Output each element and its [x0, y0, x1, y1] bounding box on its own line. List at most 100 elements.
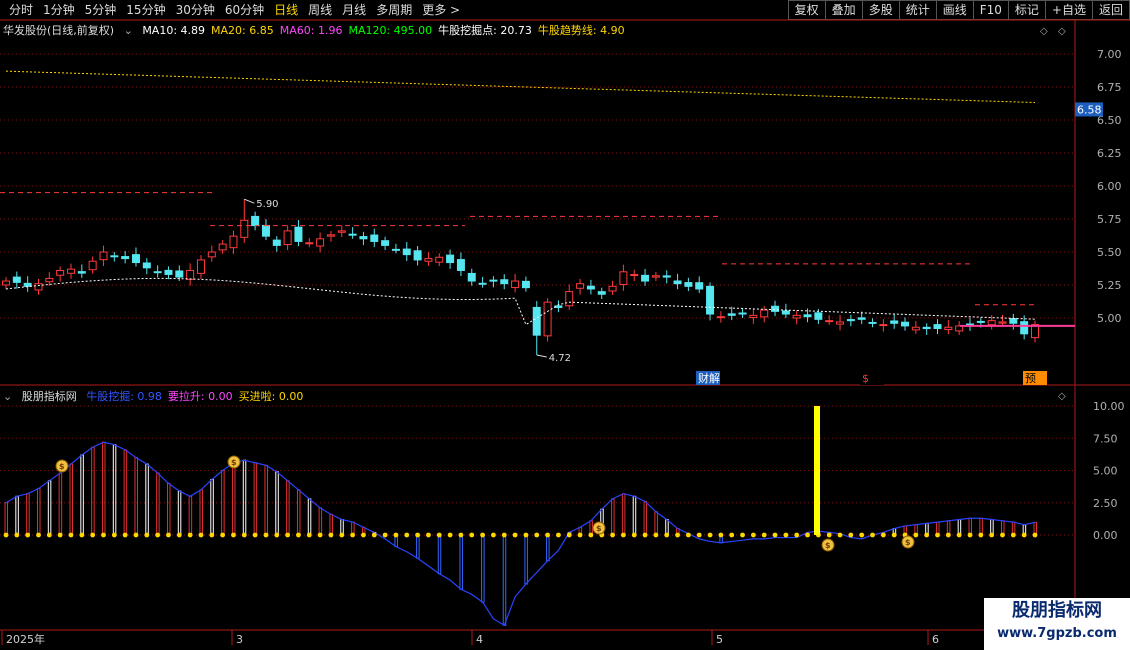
candle-body: [348, 233, 357, 236]
money-bag-icon-glyph: $: [905, 538, 911, 547]
signal-dot: [556, 532, 561, 538]
indicator-bar: [546, 534, 550, 562]
indicator-bar: [36, 488, 41, 536]
candle-body: [976, 320, 985, 323]
watermark-url: www.7gpzb.com: [997, 626, 1117, 641]
signal-dot: [610, 532, 615, 538]
signal-dot: [469, 532, 475, 538]
candle-body: [456, 259, 465, 271]
candle-body: [240, 219, 249, 238]
indicator-bar: [156, 472, 160, 536]
signal-dot: [1032, 532, 1038, 538]
signal-dot: [371, 532, 377, 538]
indicator-bar: [134, 457, 138, 536]
signal-dot: [935, 532, 940, 538]
candle-body: [825, 320, 834, 323]
indicator-bar: [69, 463, 73, 536]
candle-body: [66, 268, 75, 274]
candle-body: [153, 271, 162, 274]
indicator-bar: [632, 495, 637, 536]
signal-dot: [404, 532, 410, 538]
ma-legend-item: MA120: 495.00: [348, 24, 433, 37]
signal-dot: [621, 532, 626, 538]
indicator-bar: [481, 534, 485, 603]
candle-body: [695, 282, 704, 290]
signal-dot: [1010, 532, 1016, 538]
signal-dot: [166, 532, 171, 538]
indicator-bar: [4, 502, 8, 536]
candle-body: [716, 316, 725, 319]
signal-dot: [761, 532, 767, 538]
indicator-bar: [621, 493, 626, 536]
indicator-dropdown-icon[interactable]: ⌄: [3, 390, 12, 403]
candle-body: [879, 324, 888, 327]
signal-dot: [859, 532, 865, 538]
signal-dot: [718, 532, 724, 538]
signal-dot: [989, 532, 995, 538]
kline-chart[interactable]: 7.006.756.506.256.005.755.505.255.006.58…: [0, 0, 1130, 650]
candle-body: [922, 326, 931, 330]
candle-body: [966, 323, 975, 326]
candle-body: [814, 312, 823, 320]
candle-body: [45, 277, 54, 283]
indicator-legend-item: 牛股挖掘: 0.98: [86, 390, 162, 403]
signal-dot: [631, 532, 637, 538]
price-tick-label: 6.75: [1097, 81, 1122, 94]
candle-body: [88, 260, 97, 271]
signal-dot: [837, 532, 843, 538]
candle-body: [890, 320, 899, 324]
money-bag-icon-glyph: $: [59, 462, 65, 471]
low-label: 4.72: [549, 353, 571, 364]
signal-dot: [285, 532, 291, 538]
event-label: 财解: [698, 371, 720, 385]
candle-body: [142, 262, 151, 269]
indicator-title[interactable]: 股朋指标网: [22, 390, 77, 403]
candle-body: [326, 234, 335, 237]
candle-body: [511, 280, 520, 289]
signal-dot: [588, 532, 594, 538]
signal-dot: [664, 532, 670, 538]
signal-dot: [263, 532, 269, 538]
signal-dot: [426, 532, 431, 538]
signal-dot: [642, 532, 648, 538]
candle-body: [489, 279, 498, 282]
candle-body: [99, 251, 108, 261]
spike-bar: [814, 406, 820, 535]
indicator-bar: [459, 534, 463, 590]
candle-body: [684, 282, 693, 287]
event-label: $: [862, 372, 869, 385]
signal-dot: [198, 532, 204, 538]
money-bag-icon-glyph: $: [231, 458, 237, 467]
signal-dot: [870, 532, 875, 538]
candle-body: [1009, 318, 1018, 324]
signal-dot: [826, 532, 832, 538]
high-marker: [244, 198, 255, 204]
candle-body: [131, 254, 140, 264]
indicator-bar: [286, 480, 290, 536]
signal-dot: [3, 532, 9, 538]
signal-dot: [891, 532, 897, 538]
signal-dot: [79, 532, 85, 538]
signal-dot: [317, 532, 323, 538]
stock-name[interactable]: 华发股份(日线,前复权): [3, 24, 114, 37]
signal-dot: [956, 532, 962, 538]
candle-body: [586, 285, 595, 290]
price-tick-label: 7.00: [1097, 48, 1122, 61]
signal-dot: [978, 532, 984, 538]
indicator-bar: [253, 462, 258, 536]
candle-body: [608, 285, 617, 292]
price-tick-label: 5.25: [1097, 279, 1122, 292]
candle-body: [467, 272, 476, 282]
legend-dropdown-icon[interactable]: ⌄: [124, 24, 133, 37]
candle-body: [251, 215, 260, 227]
candle-body: [424, 258, 433, 262]
signal-dot: [750, 532, 756, 538]
signal-dot: [480, 532, 485, 538]
indicator-bar: [145, 463, 149, 536]
indicator-bar: [654, 511, 658, 536]
date-label: 4: [476, 633, 483, 646]
price-tick-label: 5.75: [1097, 213, 1122, 226]
signal-dot: [501, 532, 507, 538]
signal-dot: [545, 532, 550, 538]
candle-body: [229, 235, 238, 249]
